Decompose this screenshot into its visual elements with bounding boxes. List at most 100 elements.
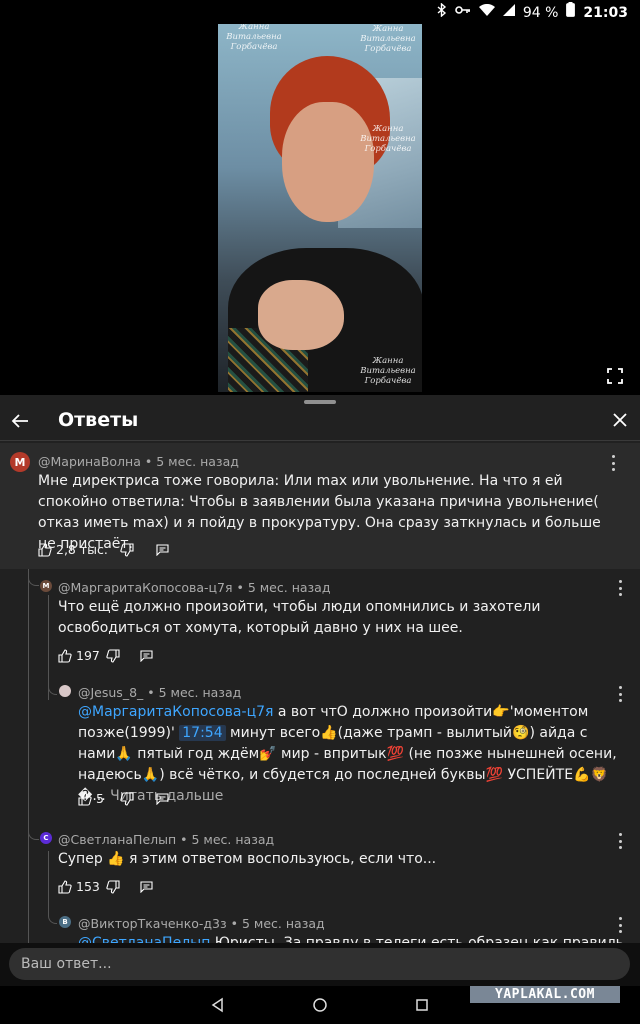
comment-text: Что ещё должно произойти, чтобы люди опо… xyxy=(58,599,541,636)
more-options-icon[interactable] xyxy=(619,833,623,849)
dislike-button[interactable] xyxy=(106,648,120,663)
video-watermark-middle-right: Жанна Витальевна Горбачёва xyxy=(358,124,418,154)
comment-time: 5 мес. назад xyxy=(242,916,325,931)
reply-icon xyxy=(156,543,169,556)
video-player[interactable]: Жанна Витальевна Горбачёва Жанна Виталье… xyxy=(0,0,640,395)
fullscreen-icon[interactable] xyxy=(606,367,624,385)
avatar[interactable]: М xyxy=(10,452,30,472)
comment-meta: @МаринаВолна • 5 мес. назад xyxy=(38,454,239,469)
like-button[interactable]: 197 xyxy=(58,648,100,663)
comment-actions: 5 xyxy=(78,791,169,806)
nav-back-icon[interactable] xyxy=(209,996,227,1014)
clock: 21:03 xyxy=(583,4,628,21)
comment-time: 5 мес. назад xyxy=(247,580,331,595)
reply-button[interactable] xyxy=(140,649,153,662)
avatar[interactable] xyxy=(59,685,71,697)
avatar[interactable]: В xyxy=(59,916,71,928)
like-count: 5 xyxy=(96,791,104,806)
back-arrow-icon[interactable] xyxy=(10,411,30,431)
signal-icon xyxy=(502,3,515,22)
watermark-patronymic: Витальевна xyxy=(360,34,416,44)
comment-time: 5 мес. назад xyxy=(156,454,239,469)
status-icons: 94 % 21:03 xyxy=(437,1,628,23)
comment-actions: 2,8 тыс. xyxy=(38,542,169,557)
mention-link[interactable]: @МаргаритаКопосова-ц7я xyxy=(78,704,273,720)
panel-title: Ответы xyxy=(58,409,139,431)
like-button[interactable]: 153 xyxy=(58,879,100,894)
comment-author[interactable]: @Jesus_8_ xyxy=(78,685,143,700)
panel-header: Ответы xyxy=(0,403,640,445)
watermark-surname: Горбачёва xyxy=(364,44,412,54)
video-person-hand xyxy=(258,280,344,350)
comment-author[interactable]: @ВикторТкаченко-д3з xyxy=(78,916,227,931)
reply-icon xyxy=(140,649,153,662)
comment-text: @СветланаПелып Юристы. За правду в телег… xyxy=(78,933,623,943)
thumbs-down-icon xyxy=(106,648,120,663)
more-options-icon[interactable] xyxy=(619,686,623,702)
watermark-surname: Горбачёва xyxy=(230,42,278,52)
thumbs-down-icon xyxy=(120,791,134,806)
reply-comment: С @СветланаПелып • 5 мес. назад Супер 👍 … xyxy=(0,829,640,909)
mention-link[interactable]: @СветланаПелып xyxy=(78,935,210,943)
more-options-icon[interactable] xyxy=(619,580,623,596)
video-person-face xyxy=(282,102,374,222)
watermark-name: Жанна xyxy=(372,24,404,34)
more-options-icon[interactable] xyxy=(612,455,616,471)
key-icon xyxy=(455,4,471,22)
comment-meta: @Jesus_8_ • 5 мес. назад xyxy=(78,685,242,700)
comment-meta: @ВикторТкаченко-д3з • 5 мес. назад xyxy=(78,916,325,931)
reply-button[interactable] xyxy=(156,792,169,805)
like-button[interactable]: 5 xyxy=(78,791,104,806)
reply-bar xyxy=(0,943,640,986)
avatar[interactable]: С xyxy=(40,832,52,844)
dislike-button[interactable] xyxy=(120,791,134,806)
thumbs-up-icon xyxy=(58,879,72,894)
comment-meta: @МаргаритаКопосова-ц7я • 5 мес. назад xyxy=(58,580,331,595)
watermark-patronymic: Витальевна xyxy=(226,32,282,42)
wifi-icon xyxy=(478,3,495,22)
watermark-patronymic: Витальевна xyxy=(360,134,416,144)
comment-author[interactable]: @СветланаПелып xyxy=(58,832,176,847)
comment-time: 5 мес. назад xyxy=(158,685,242,700)
watermark-name: Жанна xyxy=(372,124,404,134)
bluetooth-icon xyxy=(437,1,447,23)
thumbs-up-icon xyxy=(58,648,72,663)
avatar[interactable]: М xyxy=(40,580,52,592)
battery-percent: 94 % xyxy=(522,4,559,21)
more-options-icon[interactable] xyxy=(619,917,623,933)
reply-button[interactable] xyxy=(140,880,153,893)
like-count: 197 xyxy=(76,648,100,663)
comment-time: 5 мес. назад xyxy=(191,832,275,847)
comment-author[interactable]: @МаринаВолна xyxy=(38,454,141,469)
status-bar: 94 % 21:03 xyxy=(0,0,640,24)
watermark-name: Жанна xyxy=(372,356,404,366)
battery-icon xyxy=(566,2,576,23)
comment-author[interactable]: @МаргаритаКопосова-ц7я xyxy=(58,580,233,595)
dislike-button[interactable] xyxy=(106,879,120,894)
timestamp-link[interactable]: 17:54 xyxy=(179,725,226,741)
thumbs-down-icon xyxy=(106,879,120,894)
comment-actions: 153 xyxy=(58,879,153,894)
comment-actions: 197 xyxy=(58,648,153,663)
video-watermark-top-right: Жанна Витальевна Горбачёва xyxy=(358,24,418,54)
reply-input[interactable] xyxy=(9,948,630,980)
close-icon[interactable] xyxy=(612,412,628,428)
nested-reply-comment: В @ВикторТкаченко-д3з • 5 мес. назад @Св… xyxy=(0,913,640,943)
nav-recents-icon[interactable] xyxy=(413,996,431,1014)
nested-reply-comment: @Jesus_8_ • 5 мес. назад @МаргаритаКопос… xyxy=(0,681,640,821)
thumbs-up-icon xyxy=(78,791,92,806)
replies-panel: Ответы М @МаринаВолна • 5 мес. назад Мне… xyxy=(0,395,640,943)
comment-meta: @СветланаПелып • 5 мес. назад xyxy=(58,832,275,847)
like-button[interactable]: 2,8 тыс. xyxy=(38,542,108,557)
like-count: 153 xyxy=(76,879,100,894)
dislike-button[interactable] xyxy=(120,542,134,557)
watermark-surname: Горбачёва xyxy=(364,376,412,386)
reply-button[interactable] xyxy=(156,543,169,556)
nav-home-icon[interactable] xyxy=(311,996,329,1014)
main-comment: М @МаринаВолна • 5 мес. назад Мне директ… xyxy=(0,443,640,569)
video-watermark-bottom-right: Жанна Витальевна Горбачёва xyxy=(358,356,418,386)
like-count: 2,8 тыс. xyxy=(56,542,108,557)
site-watermark: YAPLAKAL.COM xyxy=(470,986,620,1003)
reply-icon xyxy=(156,792,169,805)
header-divider xyxy=(0,440,640,441)
